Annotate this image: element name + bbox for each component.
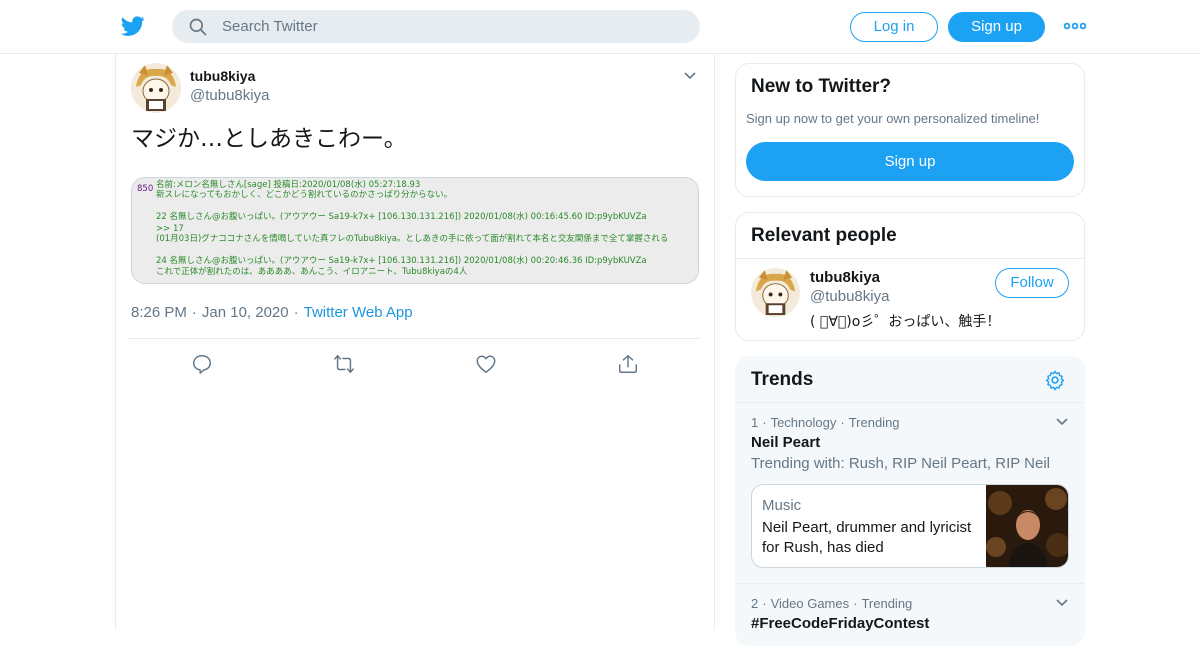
card-subtitle: Sign up now to get your own personalized… bbox=[746, 111, 1040, 126]
search-input[interactable] bbox=[222, 10, 682, 43]
tweet-meta: 8:26 PM · Jan 10, 2020 · Twitter Web App bbox=[131, 304, 413, 321]
chevron-down-icon[interactable] bbox=[1054, 595, 1070, 611]
relevant-handle[interactable]: @tubu8kiya bbox=[810, 288, 889, 305]
trend-name[interactable]: Neil Peart bbox=[751, 434, 820, 451]
trends-card: Trends 1 · Technology · Trending Neil Peart … bbox=[735, 356, 1085, 646]
image-text-line: 22 名無しさん@お腹いっぱい。(アウアウー Sa19-k7x+ [106.13… bbox=[156, 212, 647, 222]
trend-related: Trending with: Rush, RIP Neil Peart, RIP… bbox=[751, 455, 1051, 472]
image-text-line: 24 名無しさん@お腹いっぱい。(アウアウー Sa19-k7x+ [106.13… bbox=[156, 256, 647, 266]
image-text-line: 新スレになってもおかしく、どこかどう割れているのかさっぱり分からない。 bbox=[156, 190, 453, 200]
trend-status: Trending bbox=[848, 415, 900, 430]
trend-rank: 2 bbox=[751, 596, 759, 611]
tweet-actions bbox=[128, 338, 700, 388]
twitter-logo-icon[interactable] bbox=[120, 14, 146, 38]
divider bbox=[736, 258, 1084, 259]
news-headline: Neil Peart, drummer and lyricist for Rus… bbox=[762, 519, 972, 556]
sidebar-signup-button[interactable]: Sign up bbox=[746, 142, 1074, 181]
card-title: Trends bbox=[751, 369, 814, 390]
relevant-bio: ( ﾟ∀ﾟ)o彡゜おっぱい、触手！ bbox=[810, 314, 1001, 330]
new-to-twitter-card: New to Twitter? Sign up now to get your … bbox=[735, 63, 1085, 197]
image-text-line: これで正体が割れたのは、ああああ、あんこう、イロアニート、Tubu8kiyaの4… bbox=[156, 267, 468, 277]
tweet-handle[interactable]: @tubu8kiya bbox=[190, 87, 269, 104]
chevron-down-icon[interactable] bbox=[682, 68, 698, 84]
image-text-line: 名前:メロン名無しさん[sage] 投稿日:2020/01/08(水) 05:2… bbox=[156, 180, 421, 190]
card-title: New to Twitter? bbox=[751, 76, 892, 97]
chevron-down-icon[interactable] bbox=[1054, 414, 1070, 430]
meta-separator: · bbox=[853, 596, 858, 611]
image-text-line: >> 17 bbox=[156, 224, 184, 234]
avatar-image bbox=[131, 63, 181, 113]
divider bbox=[736, 583, 1084, 584]
reply-icon[interactable] bbox=[191, 353, 213, 375]
tweet-column: tubu8kiya @tubu8kiya マジか…としあきこわー。 850 名前… bbox=[115, 54, 715, 630]
search-bar[interactable] bbox=[172, 10, 700, 43]
card-title: Relevant people bbox=[751, 225, 897, 246]
trend-rank: 1 bbox=[751, 415, 759, 430]
relevant-avatar[interactable] bbox=[751, 268, 800, 317]
top-bar: Log in Sign up bbox=[0, 0, 1200, 54]
retweet-icon[interactable] bbox=[333, 353, 355, 375]
trend-name[interactable]: #FreeCodeFridayContest bbox=[751, 615, 929, 632]
tweet-date[interactable]: Jan 10, 2020 bbox=[202, 304, 289, 321]
meta-separator: · bbox=[762, 415, 767, 430]
meta-separator: · bbox=[293, 304, 299, 321]
search-icon bbox=[189, 18, 207, 36]
tweet-time[interactable]: 8:26 PM bbox=[131, 304, 187, 321]
relevant-name[interactable]: tubu8kiya bbox=[810, 269, 880, 286]
more-options-icon[interactable] bbox=[1063, 16, 1087, 36]
avatar-image bbox=[751, 268, 800, 317]
gear-icon[interactable] bbox=[1044, 369, 1066, 391]
trend-meta: 1 · Technology · Trending bbox=[751, 415, 900, 430]
meta-separator: · bbox=[191, 304, 197, 321]
meta-separator: · bbox=[840, 415, 845, 430]
divider bbox=[736, 402, 1084, 403]
follow-button[interactable]: Follow bbox=[995, 268, 1069, 298]
image-post-number: 850 bbox=[137, 184, 154, 194]
trend-category: Video Games bbox=[770, 596, 850, 611]
news-thumbnail bbox=[986, 485, 1068, 567]
signup-button[interactable]: Sign up bbox=[948, 12, 1045, 42]
news-category: Music bbox=[762, 497, 802, 514]
meta-separator: · bbox=[762, 596, 767, 611]
trend-news-card[interactable]: Music Neil Peart, drummer and lyricist f… bbox=[751, 484, 1069, 568]
share-icon[interactable] bbox=[617, 353, 639, 375]
tweet-text: マジか…としあきこわー。 bbox=[131, 126, 407, 152]
trend-status: Trending bbox=[861, 596, 913, 611]
relevant-people-card: Relevant people tubu8kiya @tubu8kiya ( ﾟ… bbox=[735, 212, 1085, 341]
image-text-line: (01月03日)グナココナさんを情喝していた真フレのTubu8kiya。としあき… bbox=[156, 234, 669, 244]
trend-meta: 2 · Video Games · Trending bbox=[751, 596, 912, 611]
login-button[interactable]: Log in bbox=[850, 12, 938, 42]
tweet-image[interactable]: 850 名前:メロン名無しさん[sage] 投稿日:2020/01/08(水) … bbox=[131, 177, 699, 284]
trend-category: Technology bbox=[770, 415, 837, 430]
tweet-display-name[interactable]: tubu8kiya bbox=[190, 68, 255, 84]
tweet-avatar[interactable] bbox=[131, 63, 181, 113]
tweet-source-link[interactable]: Twitter Web App bbox=[304, 304, 413, 321]
like-icon[interactable] bbox=[475, 353, 497, 375]
